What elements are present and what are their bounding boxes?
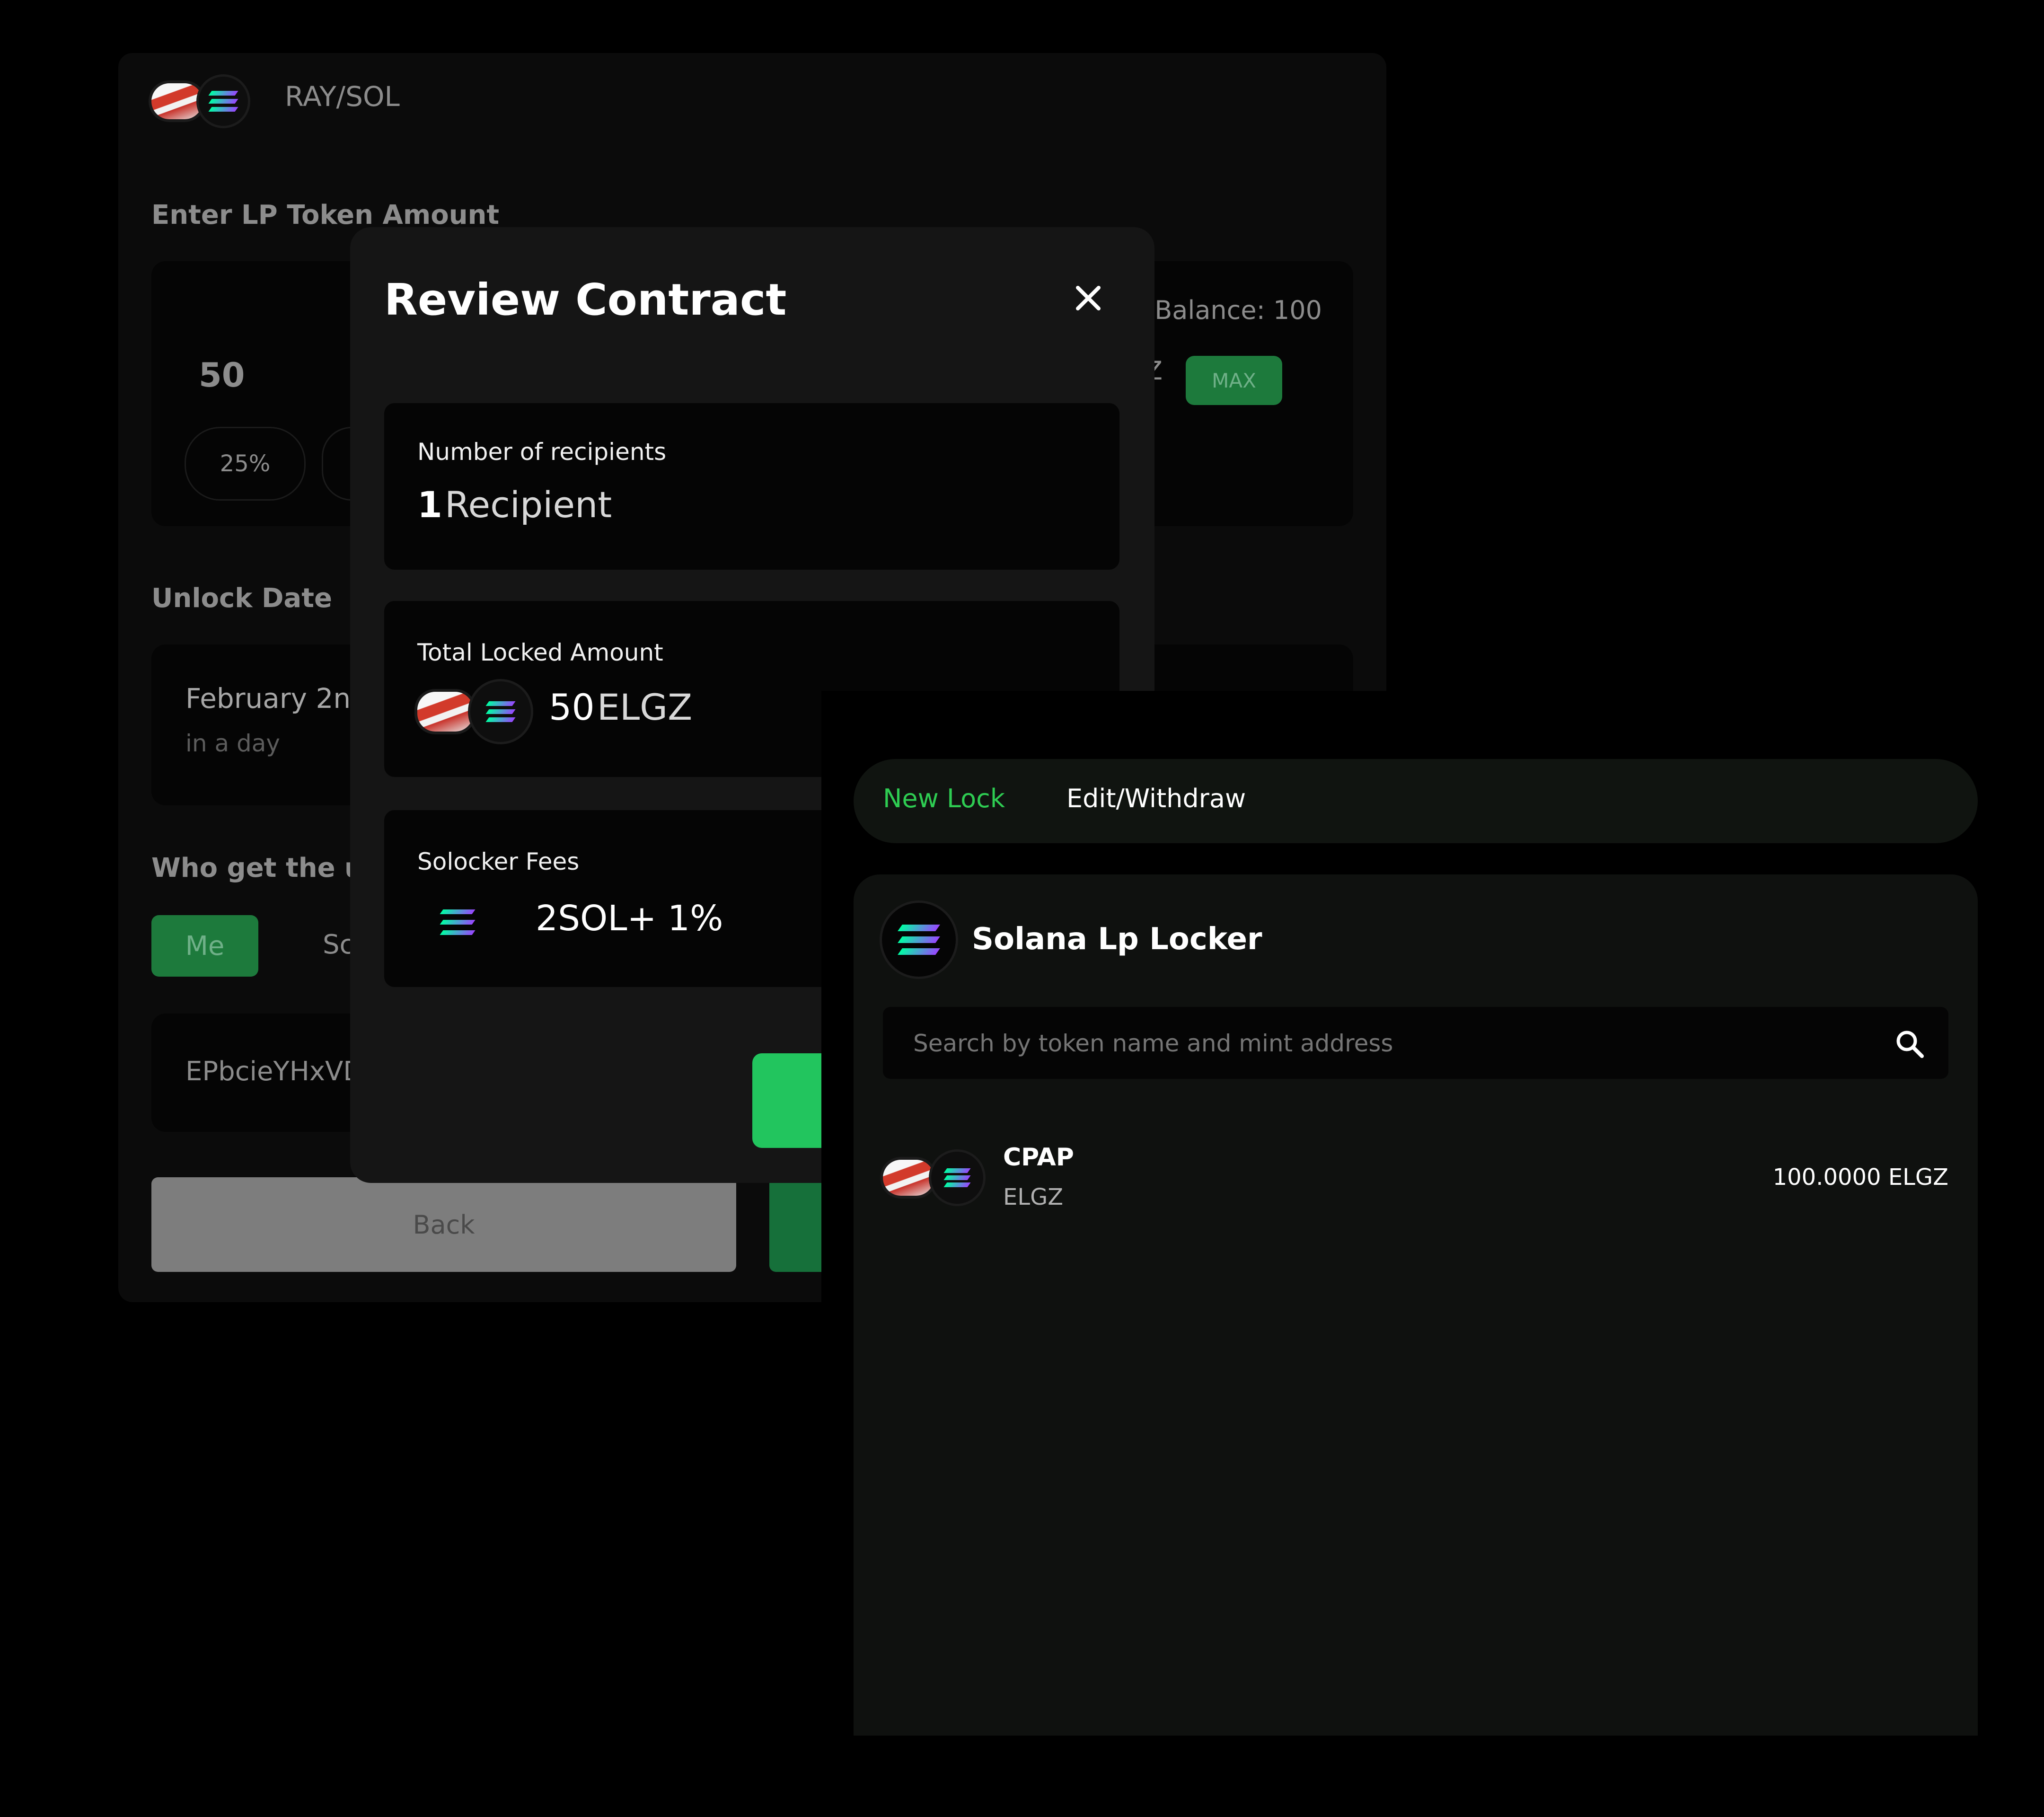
solana-icon (931, 1152, 983, 1204)
search-input[interactable] (912, 1024, 1860, 1063)
lock-tabs: New Lock Edit/Withdraw (854, 759, 1978, 843)
token-list-item[interactable]: CPAP ELGZ 100.0000 ELGZ (883, 1135, 1948, 1229)
recipients-label: Number of recipients (417, 438, 667, 466)
unlock-date-value: February 2nc (185, 682, 366, 714)
locked-amount-label: Total Locked Amount (417, 639, 663, 666)
unlock-date-label: Unlock Date (151, 583, 332, 614)
solana-icon (432, 896, 484, 948)
max-button[interactable]: MAX (1186, 356, 1282, 405)
pair-name: RAY/SOL (285, 80, 400, 113)
fees-value: 2SOL+ 1% (536, 898, 723, 939)
token-symbol: ELGZ (1003, 1184, 1064, 1210)
ray-token-icon (151, 83, 203, 119)
lp-amount-label: Enter LP Token Amount (151, 200, 500, 230)
tab-edit-withdraw[interactable]: Edit/Withdraw (1066, 784, 1246, 813)
recipient-address-input[interactable]: EPbcieYHxVD (185, 1056, 363, 1087)
unlock-relative: in a day (185, 730, 280, 757)
lp-locker-panel: Solana Lp Locker CPAP ELGZ 100.0000 ELGZ (854, 874, 1978, 1736)
token-name: CPAP (1003, 1143, 1074, 1172)
fees-label: Solocker Fees (417, 848, 580, 875)
recipients-card: Number of recipients 1 Recipient (384, 403, 1119, 570)
tab-new-lock[interactable]: New Lock (883, 784, 1005, 813)
solana-icon (199, 77, 248, 126)
token-pair-icons (883, 1152, 983, 1204)
recipients-count: 1 (417, 484, 442, 526)
locked-token-icons (417, 681, 531, 742)
recipients-unit: Recipient (444, 484, 612, 526)
balance-label: Balance: 100 (1154, 295, 1322, 325)
search-icon[interactable] (1892, 1026, 1928, 1062)
recipient-label: Who get the ur (151, 853, 377, 883)
locked-amount-value: 50 ELGZ (549, 686, 693, 728)
pair-token-icons (151, 77, 248, 126)
modal-title: Review Contract (384, 274, 787, 325)
token-balance: 100.0000 ELGZ (1772, 1164, 1948, 1191)
token-search-box (883, 1007, 1948, 1079)
someone-option-button[interactable]: Sc (323, 929, 354, 960)
back-button[interactable]: Back (151, 1177, 736, 1272)
panel-title: Solana Lp Locker (972, 922, 1262, 957)
solana-logo-icon (882, 903, 956, 977)
solana-icon (470, 681, 531, 742)
percent-25-button[interactable]: 25% (185, 427, 306, 501)
ray-token-icon (883, 1160, 934, 1196)
recipients-value: 1 Recipient (417, 484, 612, 526)
close-icon[interactable] (1065, 274, 1112, 322)
ray-token-icon (417, 692, 473, 732)
lp-amount-input[interactable]: 50 (199, 356, 245, 395)
me-option-button[interactable]: Me (151, 915, 258, 977)
